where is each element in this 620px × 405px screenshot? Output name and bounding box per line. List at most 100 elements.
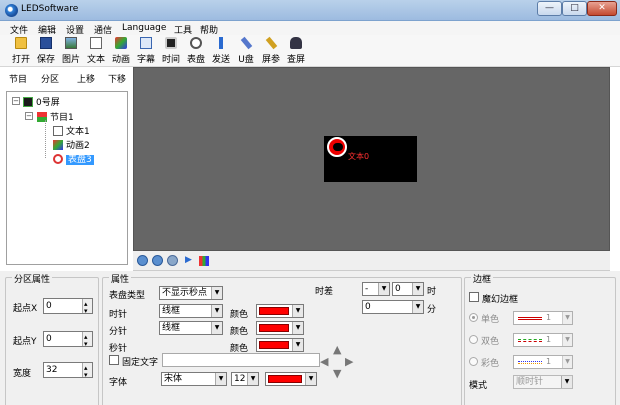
collapse-icon[interactable]: − xyxy=(12,97,20,105)
color-swatch xyxy=(268,375,302,383)
close-button[interactable]: ✕ xyxy=(587,1,617,16)
tree-item-clock[interactable]: 表盘3 xyxy=(53,152,94,165)
play-icon[interactable]: ▶ xyxy=(185,255,192,265)
width-label: 宽度 xyxy=(13,369,32,379)
spinner-icon[interactable] xyxy=(82,361,92,382)
move-up-icon[interactable]: ▲ xyxy=(333,343,341,356)
send-button[interactable]: 发送 xyxy=(210,35,232,67)
border-title: 边框 xyxy=(471,272,494,285)
text-button[interactable]: 文本 xyxy=(85,35,107,67)
led-text: 文本0 xyxy=(348,152,370,161)
program-button[interactable]: 节目 xyxy=(9,72,27,85)
color-icon[interactable] xyxy=(199,256,209,266)
usb-button[interactable]: U盘 xyxy=(235,35,257,67)
move-down-icon[interactable]: ▼ xyxy=(333,367,341,380)
move-down-button[interactable]: 下移 xyxy=(108,72,126,85)
minimize-button[interactable]: — xyxy=(537,1,562,16)
text-icon xyxy=(90,37,102,49)
open-button[interactable]: 打开 xyxy=(10,35,32,67)
zoom-fit-icon[interactable] xyxy=(167,255,178,266)
maximize-button[interactable]: □ xyxy=(562,1,587,16)
double-color-label: 双色 xyxy=(481,337,500,347)
second-color-picker[interactable]: ▼ xyxy=(256,338,304,352)
spinner-icon[interactable] xyxy=(82,330,92,351)
line-sample xyxy=(518,317,542,320)
time-diff-hour-select[interactable]: 0 ▼ xyxy=(392,282,424,296)
single-color-radio[interactable] xyxy=(469,313,478,322)
dropdown-arrow-icon: ▼ xyxy=(292,305,303,317)
dropdown-arrow-icon: ▼ xyxy=(412,283,423,295)
app-icon xyxy=(5,4,18,17)
picture-button[interactable]: 图片 xyxy=(60,35,82,67)
animation-icon xyxy=(53,140,63,150)
time-diff-sign-select[interactable]: - ▼ xyxy=(362,282,390,296)
dropdown-arrow-icon: ▼ xyxy=(305,373,316,385)
zoom-in-icon[interactable] xyxy=(137,255,148,266)
single-color-style-select[interactable]: 1 ▼ xyxy=(513,311,573,325)
hour-hand-label: 时针 xyxy=(109,310,128,320)
open-folder-icon xyxy=(15,37,27,49)
menu-language[interactable]: Language xyxy=(122,23,166,33)
spinner-icon[interactable] xyxy=(82,297,92,318)
dropdown-arrow-icon: ▼ xyxy=(562,356,572,368)
clock-properties-title: 属性 xyxy=(109,272,132,285)
time-button[interactable]: 时间 xyxy=(160,35,182,67)
move-left-icon[interactable]: ◀ xyxy=(320,355,328,368)
clock-button[interactable]: 表盘 xyxy=(185,35,207,67)
mode-select[interactable]: 顺时针 ▼ xyxy=(513,375,573,389)
screen-params-button[interactable]: 屏参 xyxy=(260,35,282,67)
dial-type-label: 表盘类型 xyxy=(109,291,146,301)
save-button[interactable]: 保存 xyxy=(35,35,57,67)
dropdown-arrow-icon: ▼ xyxy=(292,322,303,334)
move-up-button[interactable]: 上移 xyxy=(77,72,95,85)
collapse-icon[interactable]: − xyxy=(25,112,33,120)
tree-item-text[interactable]: 文本1 xyxy=(53,124,90,137)
second-hand-label: 秒针 xyxy=(109,344,128,354)
start-x-input[interactable]: 0 xyxy=(43,297,93,318)
fixed-text-checkbox[interactable] xyxy=(109,355,119,365)
font-size-select[interactable]: 12 ▼ xyxy=(231,372,259,386)
window-title: LEDSoftware xyxy=(21,4,79,14)
double-color-radio[interactable] xyxy=(469,335,478,344)
magic-border-checkbox[interactable] xyxy=(469,292,479,302)
color-swatch xyxy=(259,307,289,315)
font-select[interactable]: 宋体 ▼ xyxy=(161,372,227,386)
minute-hand-select[interactable]: 线框 ▼ xyxy=(159,321,223,335)
move-right-icon[interactable]: ▶ xyxy=(345,355,353,368)
animation-icon xyxy=(115,37,127,49)
time-diff-minute-select[interactable]: 0 ▼ xyxy=(362,300,424,314)
fixed-text-input[interactable] xyxy=(162,353,320,367)
start-y-input[interactable]: 0 xyxy=(43,330,93,351)
minute-color-picker[interactable]: ▼ xyxy=(256,321,304,335)
font-color-picker[interactable]: ▼ xyxy=(265,372,317,386)
line-sample xyxy=(518,361,542,364)
mode-label: 模式 xyxy=(469,381,488,391)
dropdown-arrow-icon: ▼ xyxy=(412,301,423,313)
multi-color-style-select[interactable]: 1 ▼ xyxy=(513,355,573,369)
tree-item-screen[interactable]: 0号屏 xyxy=(23,95,60,108)
width-input[interactable]: 32 xyxy=(43,361,93,382)
hour-color-label: 颜色 xyxy=(230,310,249,320)
hour-hand-select[interactable]: 线框 ▼ xyxy=(159,304,223,318)
area-button[interactable]: 分区 xyxy=(41,72,59,85)
tree-item-animation[interactable]: 动画2 xyxy=(53,138,90,151)
dial-type-select[interactable]: 不显示秒点 ▼ xyxy=(159,286,223,300)
zoom-bar: ▶ xyxy=(133,251,610,271)
program-tree[interactable]: − 0号屏 − 节目1 文本1 动画2 表盘3 xyxy=(6,91,128,265)
dropdown-arrow-icon: ▼ xyxy=(292,339,303,351)
dropdown-arrow-icon: ▼ xyxy=(247,373,258,385)
dropdown-arrow-icon: ▼ xyxy=(562,312,572,324)
subtitle-button[interactable]: 字幕 xyxy=(135,35,157,67)
multi-color-radio[interactable] xyxy=(469,357,478,366)
clock-icon xyxy=(190,37,202,49)
zoom-out-icon[interactable] xyxy=(152,255,163,266)
magic-border-label: 魔幻边框 xyxy=(482,295,519,305)
tree-item-program[interactable]: 节目1 xyxy=(37,110,74,123)
double-color-style-select[interactable]: 1 ▼ xyxy=(513,333,573,347)
dropdown-arrow-icon: ▼ xyxy=(561,376,572,388)
hour-color-picker[interactable]: ▼ xyxy=(256,304,304,318)
menu-bar: 文件 编辑 设置 通信 Language 工具 帮助 xyxy=(0,21,620,36)
animation-button[interactable]: 动画 xyxy=(110,35,132,67)
picture-icon xyxy=(65,37,77,49)
find-screen-button[interactable]: 查屏 xyxy=(285,35,307,67)
